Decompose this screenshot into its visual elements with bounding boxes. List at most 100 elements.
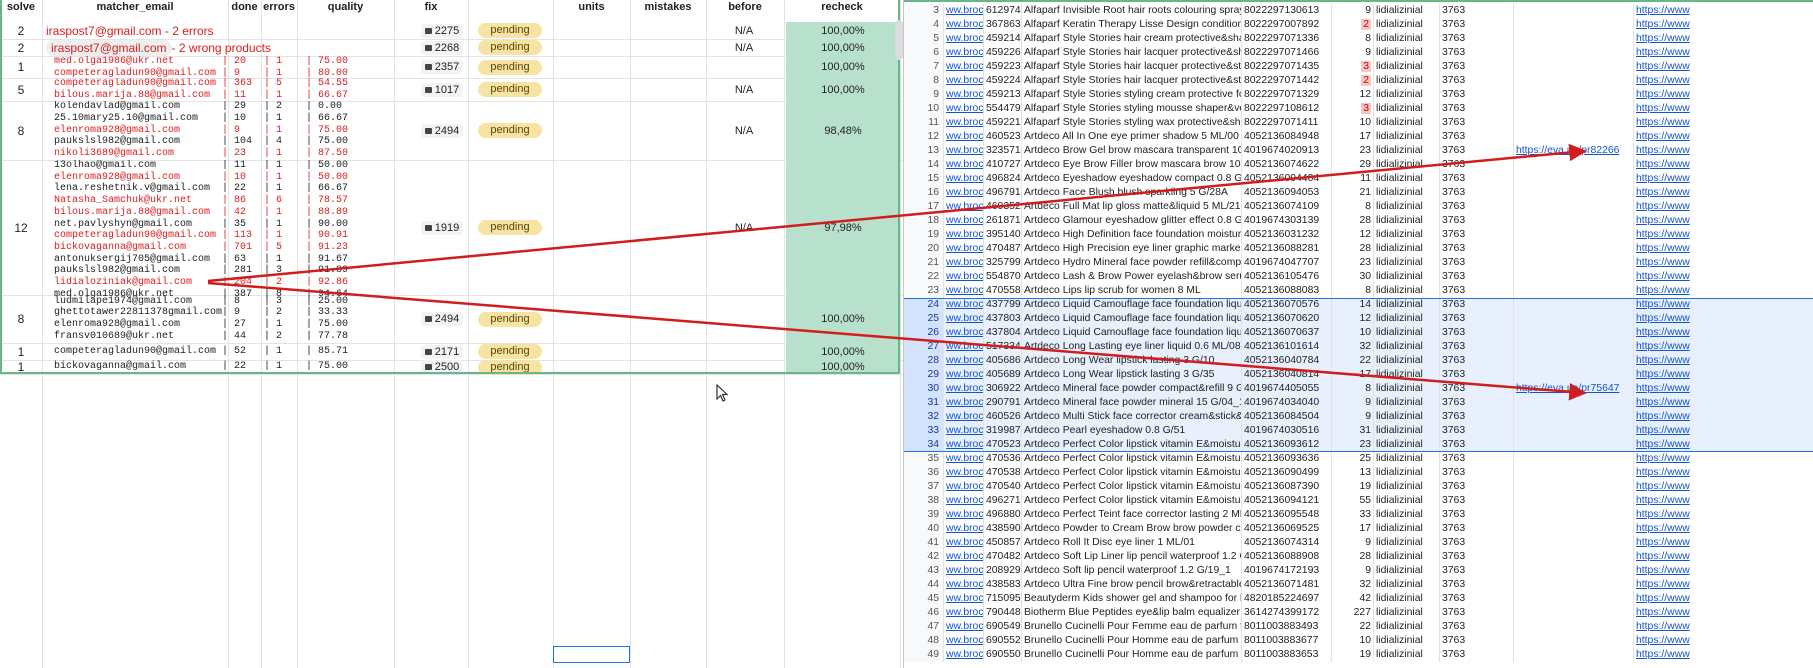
row-number[interactable]: 33 [904,424,944,438]
product-row[interactable]: 26 ww.broc 437804 Artdeco Liquid Camouflage… [904,326,1813,340]
product-row[interactable]: 36 ww.broc 470538 Artdeco Perfect Color lip… [904,466,1813,480]
row-number[interactable]: 11 [904,116,944,130]
product-row[interactable]: 13 ww.broc 323571 Artdeco Brow Gel brow mas… [904,144,1813,158]
product-row[interactable]: 4 ww.broc 367863 Alfaparf Keratin Therapy L… [904,18,1813,32]
eva-url[interactable] [1514,172,1634,186]
product-link[interactable]: ww.broc [944,172,984,186]
product-row[interactable]: 34 ww.broc 470523 Artdeco Perfect Color lip… [904,438,1813,452]
row-number[interactable]: 27 [904,340,944,354]
product-row[interactable]: 42 ww.broc 470482 Artdeco Soft Lip Liner li… [904,550,1813,564]
source-url[interactable]: https://www [1634,270,1813,284]
row-number[interactable]: 4 [904,18,944,32]
product-row[interactable]: 18 ww.broc 261871 Artdeco Glamour eyeshadow… [904,214,1813,228]
product-row[interactable]: 41 ww.broc 450857 Artdeco Roll It Disc eye … [904,536,1813,550]
product-link[interactable]: ww.broc [944,480,984,494]
source-url[interactable]: https://www [1634,200,1813,214]
source-url[interactable]: https://www [1634,102,1813,116]
eva-url[interactable]: https://eva.ua/pr75647 [1514,382,1634,396]
row-number[interactable]: 12 [904,130,944,144]
eva-url[interactable] [1514,438,1634,452]
product-link[interactable]: ww.broc [944,242,984,256]
source-url[interactable]: https://www [1634,648,1813,662]
right-spreadsheet[interactable]: 3 ww.broc 612974 Alfaparf Invisible Root ha… [903,0,1813,668]
product-row[interactable]: 21 ww.broc 325799 Artdeco Hydro Mineral fac… [904,256,1813,270]
product-link[interactable]: ww.broc [944,312,984,326]
eva-url[interactable] [1514,270,1634,284]
product-link[interactable]: ww.broc [944,382,984,396]
product-link[interactable]: ww.broc [944,508,984,522]
product-row[interactable]: 25 ww.broc 437803 Artdeco Liquid Camouflage… [904,312,1813,326]
product-link[interactable]: ww.broc [944,298,984,312]
row-number[interactable]: 47 [904,620,944,634]
selected-cell[interactable] [553,646,630,663]
status-badge[interactable]: pending [478,359,542,375]
product-link[interactable]: ww.broc [944,578,984,592]
row-number[interactable]: 15 [904,172,944,186]
source-url[interactable]: https://www [1634,480,1813,494]
source-url[interactable]: https://www [1634,144,1813,158]
fix-id-chip[interactable]: 1017 [420,82,464,97]
eva-url[interactable] [1514,606,1634,620]
source-url[interactable]: https://www [1634,382,1813,396]
product-row[interactable]: 49 ww.broc 690550 Brunello Cucinelli Pour H… [904,648,1813,662]
row-number[interactable]: 49 [904,648,944,662]
source-url[interactable]: https://www [1634,550,1813,564]
source-url[interactable]: https://www [1634,228,1813,242]
product-link[interactable]: ww.broc [944,130,984,144]
source-url[interactable]: https://www [1634,116,1813,130]
row-number[interactable]: 18 [904,214,944,228]
eva-url[interactable] [1514,480,1634,494]
row-number[interactable]: 26 [904,326,944,340]
product-row[interactable]: 20 ww.broc 470487 Artdeco High Precision ey… [904,242,1813,256]
source-url[interactable]: https://www [1634,354,1813,368]
product-link[interactable]: ww.broc [944,620,984,634]
row-number[interactable]: 29 [904,368,944,382]
eva-url[interactable] [1514,298,1634,312]
fix-id-chip[interactable]: 1919 [420,220,464,235]
product-row[interactable]: 48 ww.broc 690552 Brunello Cucinelli Pour H… [904,634,1813,648]
eva-url[interactable] [1514,340,1634,354]
row-number[interactable]: 7 [904,60,944,74]
product-row[interactable]: 24 ww.broc 437799 Artdeco Liquid Camouflage… [904,298,1813,312]
product-row[interactable]: 11 ww.broc 459221 Alfaparf Style Stories st… [904,116,1813,130]
eva-url[interactable] [1514,200,1634,214]
eva-url[interactable] [1514,4,1634,18]
source-url[interactable]: https://www [1634,522,1813,536]
product-link[interactable]: ww.broc [944,564,984,578]
vertical-scrollbar[interactable] [895,20,903,60]
source-url[interactable]: https://www [1634,18,1813,32]
product-row[interactable]: 14 ww.broc 410727 Artdeco Eye Brow Filler b… [904,158,1813,172]
fix-id-chip[interactable]: 2357 [420,60,464,74]
row-number[interactable]: 25 [904,312,944,326]
source-url[interactable]: https://www [1634,186,1813,200]
fix-id-chip[interactable]: 2500 [420,360,464,374]
eva-url[interactable] [1514,60,1634,74]
source-url[interactable]: https://www [1634,130,1813,144]
row-number[interactable]: 44 [904,578,944,592]
eva-url[interactable] [1514,102,1634,116]
product-link[interactable]: ww.broc [944,158,984,172]
product-link[interactable]: ww.broc [944,354,984,368]
source-url[interactable]: https://www [1634,60,1813,74]
row-number[interactable]: 22 [904,270,944,284]
status-badge[interactable]: pending [478,220,542,235]
row-number[interactable]: 17 [904,200,944,214]
source-url[interactable]: https://www [1634,46,1813,60]
eva-url[interactable] [1514,550,1634,564]
row-number[interactable]: 39 [904,508,944,522]
product-row[interactable]: 45 ww.broc 715095 Beautyderm Kids shower ge… [904,592,1813,606]
product-row[interactable]: 5 ww.broc 459214 Alfaparf Style Stories hai… [904,32,1813,46]
product-row[interactable]: 3 ww.broc 612974 Alfaparf Invisible Root ha… [904,4,1813,18]
row-number[interactable]: 34 [904,438,944,452]
product-row[interactable]: 8 ww.broc 459224 Alfaparf Style Stories hai… [904,74,1813,88]
source-url[interactable]: https://www [1634,32,1813,46]
status-badge[interactable]: pending [478,82,542,97]
product-row[interactable]: 23 ww.broc 470558 Artdeco Lips lip scrub fo… [904,284,1813,298]
eva-url[interactable] [1514,354,1634,368]
eva-url[interactable] [1514,32,1634,46]
row-number[interactable]: 21 [904,256,944,270]
product-row[interactable]: 37 ww.broc 470540 Artdeco Perfect Color lip… [904,480,1813,494]
product-link[interactable]: ww.broc [944,186,984,200]
row-number[interactable]: 45 [904,592,944,606]
eva-url[interactable] [1514,18,1634,32]
